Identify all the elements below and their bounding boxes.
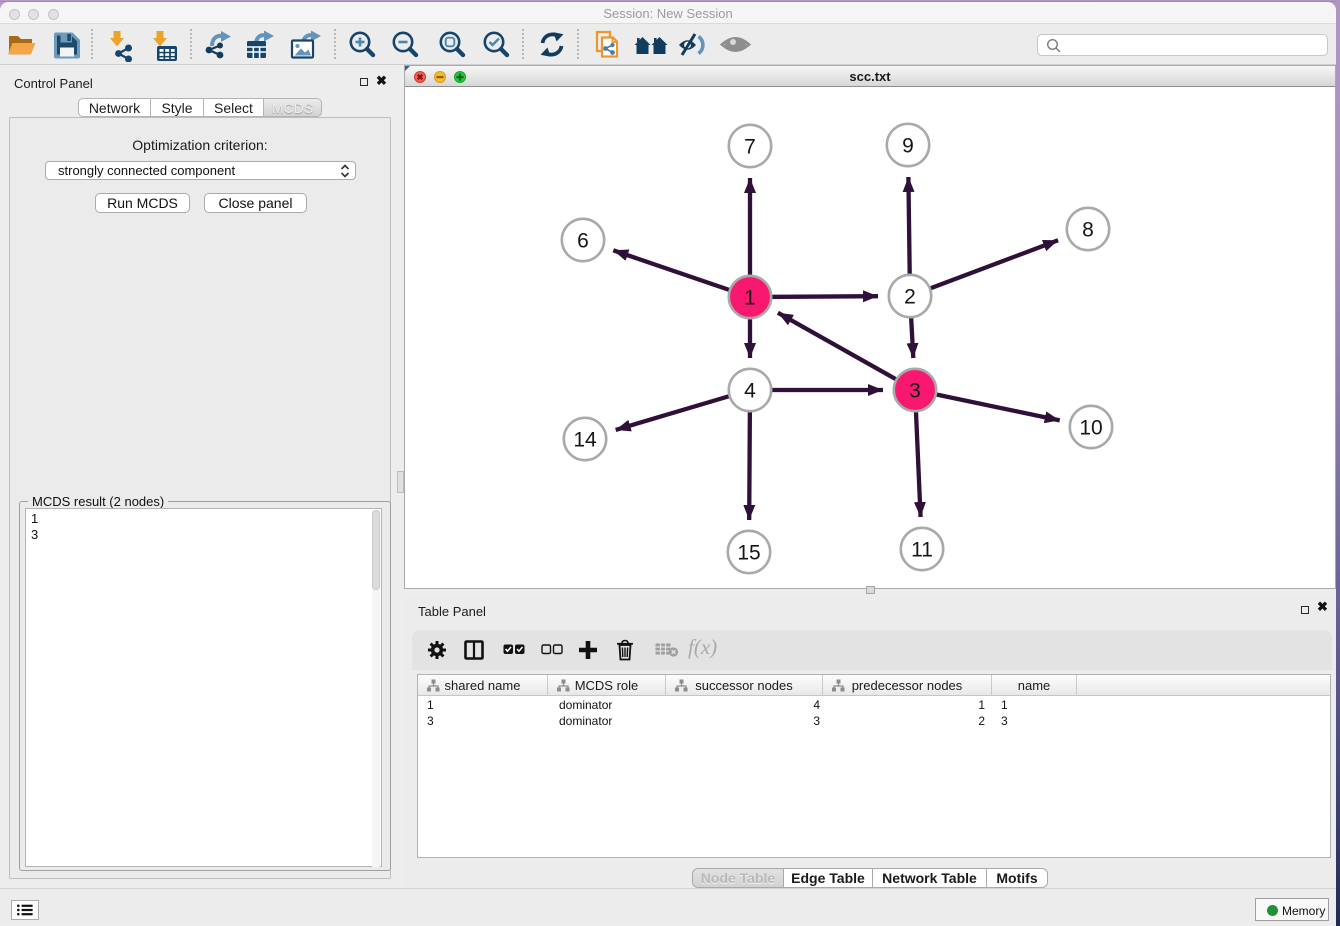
svg-text:6: 6 bbox=[577, 230, 589, 253]
svg-text:14: 14 bbox=[573, 429, 597, 452]
svg-text:4: 4 bbox=[744, 380, 756, 403]
svg-text:15: 15 bbox=[737, 542, 760, 565]
svg-text:9: 9 bbox=[902, 135, 914, 158]
svg-text:8: 8 bbox=[1082, 219, 1094, 242]
svg-text:11: 11 bbox=[911, 539, 933, 562]
svg-text:7: 7 bbox=[744, 136, 756, 159]
svg-text:2: 2 bbox=[904, 286, 916, 309]
svg-text:3: 3 bbox=[909, 380, 921, 403]
svg-text:10: 10 bbox=[1079, 417, 1102, 440]
svg-text:1: 1 bbox=[744, 287, 756, 310]
